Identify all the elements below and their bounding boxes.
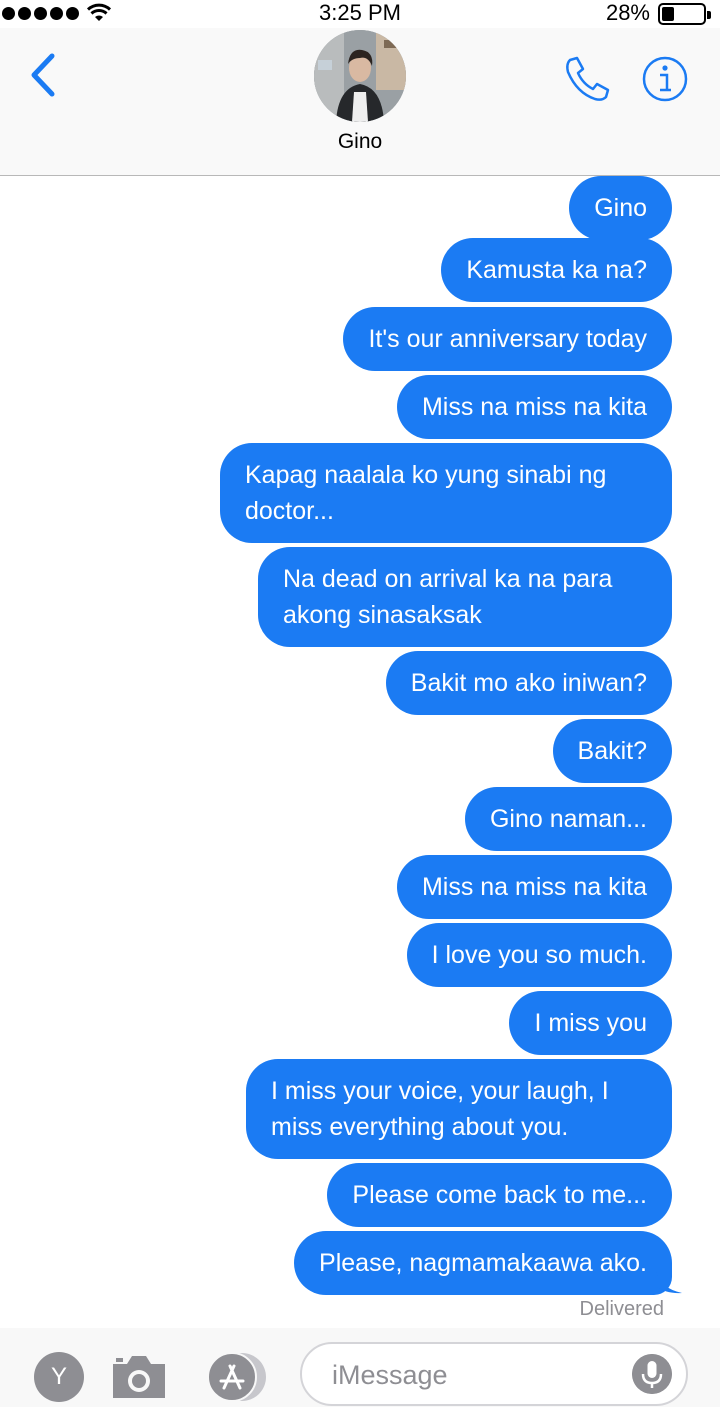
phone-call-icon[interactable] — [562, 54, 612, 104]
message-bubble[interactable]: Bakit mo ako iniwan? — [385, 651, 672, 715]
message-bubble[interactable]: Miss na miss na kita — [396, 855, 672, 919]
message-bubble[interactable]: I love you so much. — [406, 923, 672, 987]
info-icon[interactable] — [640, 54, 690, 104]
microphone-icon[interactable] — [632, 1354, 672, 1394]
message-bubble[interactable]: Kapag naalala ko yung sinabi ng doctor..… — [220, 443, 672, 543]
message-input-placeholder: iMessage — [332, 1360, 448, 1390]
battery-icon — [658, 3, 711, 25]
message-input[interactable]: iMessage — [300, 1342, 688, 1406]
message-bubble[interactable]: Gino — [569, 176, 672, 240]
message-bubble[interactable]: I miss you — [509, 991, 672, 1055]
message-bubble[interactable]: Na dead on arrival ka na para akong sina… — [258, 547, 672, 647]
contact-name[interactable]: Gino — [0, 130, 720, 154]
message-bubble[interactable]: Gino naman... — [464, 787, 672, 851]
message-bubble[interactable]: I miss your voice, your laugh, I miss ev… — [246, 1059, 672, 1159]
status-bar: 3:25 PM 28% — [0, 0, 720, 28]
conversation-header: Gino — [0, 28, 720, 176]
contact-avatar[interactable] — [314, 30, 406, 122]
message-bubble[interactable]: Miss na miss na kita — [396, 375, 672, 439]
message-bubble[interactable]: It's our anniversary today — [343, 307, 672, 371]
back-chevron-icon[interactable] — [26, 52, 60, 98]
camera-icon[interactable] — [111, 1352, 167, 1400]
battery-percent: 28% — [605, 0, 650, 25]
bubble-tail — [656, 1272, 682, 1294]
yahoo-app-icon[interactable]: Y — [34, 1352, 84, 1402]
message-thread[interactable]: Gino Kamusta ka na? It's our anniversary… — [0, 176, 720, 1326]
message-bubble[interactable]: Please come back to me... — [327, 1163, 672, 1227]
message-bubble[interactable]: Bakit? — [552, 719, 672, 783]
delivery-status: Delivered — [579, 1298, 664, 1320]
message-bubble[interactable]: Kamusta ka na? — [441, 238, 672, 302]
message-bubble[interactable]: Please, nagmamakaawa ako. — [294, 1231, 672, 1295]
app-store-icon[interactable] — [205, 1352, 269, 1402]
composer-bar: Y iMessage — [0, 1328, 720, 1407]
app-badge-letter: Y — [50, 1363, 67, 1390]
